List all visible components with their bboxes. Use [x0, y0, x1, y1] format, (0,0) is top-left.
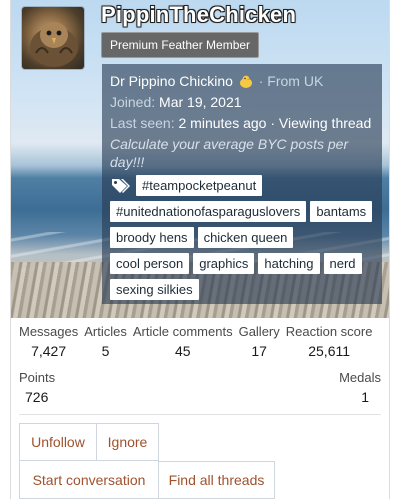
signature-note: Calculate your average BYC posts per day…: [110, 136, 349, 170]
username[interactable]: PippinTheChicken: [101, 2, 296, 28]
stat-articles[interactable]: Articles 5: [84, 324, 127, 359]
last-seen-value: 2 minutes ago: [178, 115, 267, 131]
tag-item[interactable]: bantams: [310, 201, 373, 222]
member-card: PippinTheChicken Premium Feather Member …: [10, 0, 390, 499]
name-location-line: Dr Pippino Chickino · From UK: [110, 71, 374, 92]
stat-medals[interactable]: Medals 1: [339, 370, 381, 405]
stat-value: 7,427: [31, 343, 67, 359]
stat-value: 726: [25, 389, 49, 405]
tags-icon: [112, 179, 130, 193]
stat-messages[interactable]: Messages 7,427: [19, 324, 78, 359]
start-conversation-button[interactable]: Start conversation: [19, 461, 159, 499]
tag-item[interactable]: broody hens: [110, 227, 194, 248]
tag-list: #teampocketpeanut #unitednationofasparag…: [110, 175, 374, 300]
joined-label: Joined:: [110, 94, 156, 110]
tag-item[interactable]: graphics: [193, 253, 255, 274]
profile-info-box: Dr Pippino Chickino · From UK Joined: Ma…: [102, 64, 382, 304]
joined-date: Mar 19, 2021: [159, 94, 242, 110]
profile-banner: PippinTheChicken Premium Feather Member …: [11, 0, 389, 318]
tag-item[interactable]: #teampocketpeanut: [136, 175, 263, 196]
chick-emoji-icon: [239, 75, 252, 88]
tag-item[interactable]: nerd: [323, 253, 362, 274]
stat-gallery[interactable]: Gallery 17: [239, 324, 280, 359]
stats-row: Messages 7,427 Articles 5 Article commen…: [11, 324, 389, 359]
stat-value: 25,611: [308, 343, 351, 359]
tag-item[interactable]: cool person: [110, 253, 190, 274]
unfollow-button[interactable]: Unfollow: [19, 423, 97, 461]
stats-row-secondary: Points 726 Medals 1: [11, 370, 389, 405]
stat-label: Reaction score: [285, 324, 373, 339]
tag-item[interactable]: sexing silkies: [110, 279, 199, 300]
real-name: Dr Pippino Chickino: [110, 73, 233, 89]
avatar[interactable]: [21, 6, 85, 70]
last-seen-line: Last seen: 2 minutes ago · Viewing threa…: [110, 113, 374, 134]
location: · From UK: [258, 73, 324, 89]
tag-item[interactable]: hatching: [258, 253, 320, 274]
stat-value: 45: [174, 343, 191, 359]
find-all-threads-button[interactable]: Find all threads: [159, 461, 275, 499]
ignore-button[interactable]: Ignore: [97, 423, 159, 461]
divider: [19, 414, 381, 415]
stat-label: Gallery: [238, 324, 280, 339]
stat-label: Articles: [84, 324, 127, 339]
member-title-badge: Premium Feather Member: [101, 32, 260, 58]
stat-label: Medals: [339, 370, 381, 385]
stat-reaction-score[interactable]: Reaction score 25,611: [286, 324, 373, 359]
last-seen-label: Last seen:: [110, 115, 175, 131]
stat-points[interactable]: Points 726: [19, 370, 55, 405]
stat-label: Article comments: [132, 324, 233, 339]
stat-article-comments[interactable]: Article comments 45: [133, 324, 233, 359]
stat-label: Messages: [19, 324, 79, 339]
avatar-chicken-image: [30, 22, 78, 67]
stat-label: Points: [19, 370, 56, 385]
stat-value: 5: [101, 343, 110, 359]
stat-value: 1: [361, 389, 369, 405]
joined-line: Joined: Mar 19, 2021: [110, 92, 374, 113]
stat-value: 17: [251, 343, 267, 359]
current-activity[interactable]: · Viewing thread: [270, 115, 371, 131]
tag-item[interactable]: #unitednationofasparaguslovers: [110, 201, 307, 222]
tag-item[interactable]: chicken queen: [197, 227, 294, 248]
